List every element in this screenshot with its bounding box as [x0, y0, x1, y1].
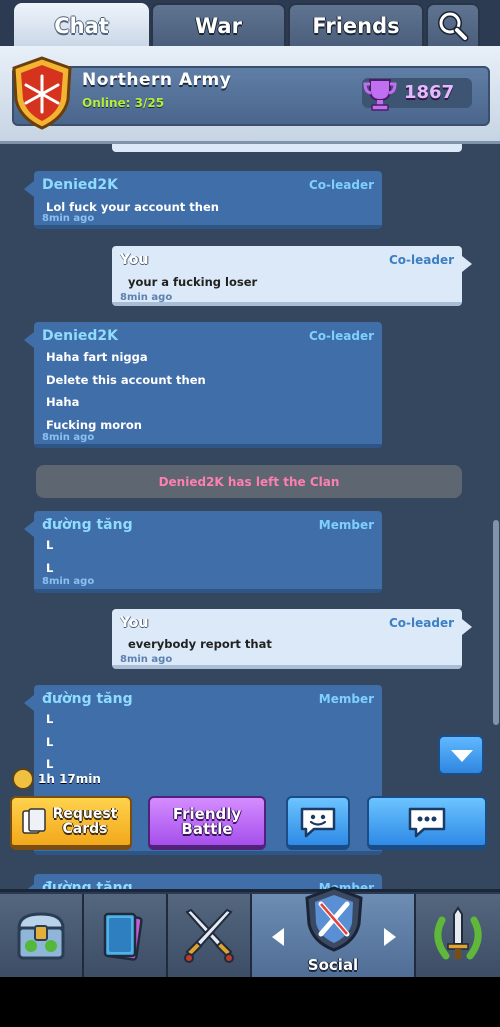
- nav-battle[interactable]: [168, 894, 252, 978]
- message-role: Co-leader: [308, 178, 374, 192]
- message-text: Haha fart nigga: [46, 350, 148, 364]
- tab-chat[interactable]: Chat: [14, 3, 149, 48]
- nav-prev-arrow[interactable]: [272, 928, 284, 946]
- message-author: đường tăng: [42, 880, 133, 889]
- emote-face-icon: [300, 807, 336, 837]
- message-time: 8min ago: [42, 432, 95, 443]
- message-text: L: [46, 538, 54, 552]
- message-author: You: [120, 615, 149, 631]
- scroll-down-button[interactable]: [438, 735, 484, 775]
- chat-message-mine[interactable]: You Co-leader your a fucking loser 8min …: [112, 246, 472, 306]
- chest-icon: [17, 912, 65, 960]
- system-navigation-bar: [0, 977, 500, 1027]
- message-author: You: [120, 252, 149, 268]
- message-author: Denied2K: [42, 177, 118, 193]
- message-text: L: [46, 734, 54, 749]
- message-time: 8min ago: [42, 576, 95, 587]
- nav-social-label: Social: [307, 956, 359, 974]
- cards-icon: [22, 807, 46, 834]
- message-text: Haha: [46, 395, 80, 409]
- message-time: 8min ago: [120, 292, 173, 303]
- message-role: Member: [318, 692, 374, 706]
- message-role: Member: [318, 518, 374, 532]
- search-button[interactable]: [426, 3, 480, 48]
- chat-bubble-icon: [408, 807, 446, 837]
- chat-feed[interactable]: Denied2K Co-leader Lol fuck your account…: [0, 144, 500, 889]
- message-author: đường tăng: [42, 517, 133, 533]
- request-timer: 1h 17min: [12, 768, 101, 790]
- clan-name: Northern Army: [82, 70, 232, 90]
- request-cards-label: Request Cards: [52, 805, 118, 837]
- friendly-battle-button[interactable]: Friendly Battle: [148, 796, 266, 850]
- clan-badge-snowflake-icon: [12, 56, 72, 130]
- tab-bar: Chat War Friends: [0, 0, 500, 48]
- crossed-swords-icon: [184, 908, 234, 963]
- request-cards-button[interactable]: Request Cards: [10, 796, 132, 850]
- emote-button[interactable]: [286, 796, 350, 850]
- message-time: 8min ago: [42, 213, 95, 224]
- chat-message[interactable]: Denied2K Co-leader Lol fuck your account…: [24, 171, 382, 229]
- nav-next-arrow[interactable]: [384, 928, 396, 946]
- bottom-nav: 13 Social: [0, 886, 500, 978]
- message-role: Co-leader: [308, 329, 374, 343]
- app-root: Chat War Friends Northern Army Online: 3…: [0, 0, 500, 1027]
- message-role: Co-leader: [388, 616, 454, 630]
- timer-text: 1h 17min: [38, 772, 101, 786]
- clan-online-count: Online: 3/25: [82, 96, 165, 110]
- tab-friends[interactable]: Friends: [288, 3, 424, 48]
- previous-message-edge: [112, 144, 462, 152]
- nav-shop[interactable]: [0, 894, 84, 978]
- tab-war[interactable]: War: [151, 3, 286, 48]
- chat-button[interactable]: [367, 796, 487, 850]
- message-text: L: [46, 712, 54, 726]
- system-message: Denied2K has left the Clan: [36, 465, 462, 498]
- chat-scrollbar[interactable]: [493, 520, 499, 725]
- chat-message[interactable]: Denied2K Co-leader Haha fart nigga Delet…: [24, 322, 382, 448]
- nav-tournaments[interactable]: [416, 894, 500, 978]
- message-text: your a fucking loser: [128, 275, 258, 289]
- clan-trophy-count: 1867: [404, 82, 455, 103]
- message-text: Delete this account then: [46, 372, 206, 387]
- trophy-icon: [363, 79, 397, 111]
- laurel-sword-icon: [434, 906, 482, 960]
- social-shield-icon: [305, 886, 363, 952]
- chat-message-mine[interactable]: You Co-leader everybody report that 8min…: [112, 609, 472, 669]
- message-author: Denied2K: [42, 328, 118, 344]
- chat-message[interactable]: đường tăng Member L L 8min ago: [24, 511, 382, 593]
- message-text: everybody report that: [128, 637, 272, 651]
- message-time: 8min ago: [120, 654, 173, 665]
- message-author: đường tăng: [42, 691, 133, 707]
- cards-icon: [103, 912, 143, 961]
- friendly-battle-label: Friendly Battle: [172, 804, 242, 838]
- nav-cards[interactable]: 13: [84, 894, 244, 978]
- message-role: Co-leader: [388, 253, 454, 267]
- timer-icon: [12, 768, 34, 790]
- search-icon: [438, 10, 469, 41]
